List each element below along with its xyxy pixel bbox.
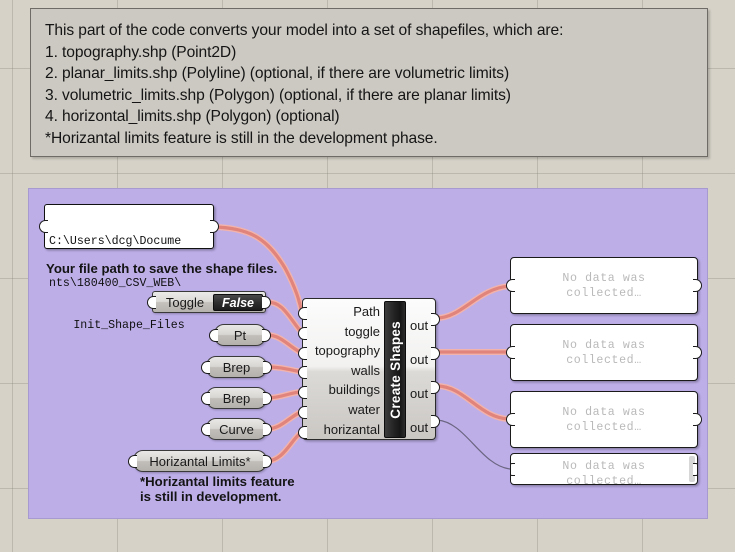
horizantal-limits-label: Horizantal Limits*: [149, 453, 251, 469]
input-grip[interactable]: [201, 422, 210, 436]
description-line-3: 2. planar_limits.shp (Polyline) (optiona…: [45, 65, 510, 82]
input-grip[interactable]: [201, 360, 210, 374]
brep-param-label: Brep: [222, 390, 251, 406]
input-grip[interactable]: [506, 279, 515, 292]
description-line-2: 1. topography.shp (Point2D): [45, 43, 237, 61]
input-grip[interactable]: [506, 346, 515, 359]
component-input-labels: Path toggle topography walls buildings w…: [303, 302, 383, 439]
input-label-horizantal: horizantal: [323, 421, 380, 437]
brep-param-walls[interactable]: Brep: [201, 356, 272, 378]
output-panel-3[interactable]: No data was collected…: [506, 391, 702, 448]
input-label-path: Path: [353, 304, 380, 319]
output-panel-1[interactable]: No data was collected…: [506, 257, 702, 314]
input-grip-walls[interactable]: [298, 366, 307, 379]
file-path-line-2: nts\180400_CSV_WEB\: [49, 277, 182, 290]
output-grip[interactable]: [693, 462, 697, 476]
output-panel-message: No data was collected…: [562, 405, 646, 434]
output-panel-2[interactable]: No data was collected…: [506, 324, 702, 381]
input-label-topography: topography: [314, 343, 380, 359]
input-label-toggle: toggle: [344, 323, 380, 339]
description-line-6: *Horizantal limits feature is still in t…: [45, 129, 438, 147]
input-grip-buildings[interactable]: [298, 386, 307, 399]
output-panel-message: No data was collected…: [562, 271, 646, 300]
output-panel-message: No data was collected…: [562, 460, 646, 485]
input-grip[interactable]: [209, 328, 218, 342]
input-grip-toggle[interactable]: [298, 327, 307, 340]
horizantal-caption-line-1: *Horizantal limits feature: [140, 474, 295, 489]
curve-param-label: Curve: [219, 421, 254, 437]
grasshopper-canvas[interactable]: This part of the code converts your mode…: [0, 0, 735, 552]
horizantal-limits-param[interactable]: Horizantal Limits*: [128, 450, 272, 472]
file-path-panel[interactable]: C:\Users\dcg\Docume nts\180400_CSV_WEB\ …: [39, 204, 219, 332]
file-path-caption: Your file path to save the shape files.: [46, 261, 278, 276]
input-grip-topography[interactable]: [298, 347, 307, 360]
input-grip[interactable]: [128, 454, 137, 468]
output-panel-4[interactable]: No data was collected…: [510, 453, 698, 485]
component-title: Create Shapes: [387, 320, 403, 419]
file-path-line-1: C:\Users\dcg\Docume: [49, 235, 182, 248]
file-path-text: C:\Users\dcg\Docume nts\180400_CSV_WEB\ …: [49, 207, 209, 361]
input-grip[interactable]: [506, 413, 515, 426]
description-line-1: This part of the code converts your mode…: [45, 22, 564, 39]
horizantal-limits-caption: *Horizantal limits feature is still in d…: [140, 474, 295, 504]
input-grip[interactable]: [201, 391, 210, 405]
curve-param[interactable]: Curve: [201, 418, 272, 440]
component-title-bar[interactable]: Create Shapes: [384, 301, 406, 438]
file-path-line-3: Init_Shape_Files: [73, 319, 185, 332]
point-param-label: Pt: [233, 327, 247, 343]
input-grip[interactable]: [147, 295, 156, 309]
input-grip[interactable]: [39, 220, 48, 233]
output-panel-message: No data was collected…: [562, 338, 646, 367]
description-panel: This part of the code converts your mode…: [30, 8, 708, 157]
point-param[interactable]: Pt: [209, 324, 271, 346]
toggle-label: Toggle: [165, 294, 205, 310]
toggle-value[interactable]: False: [213, 293, 263, 311]
input-grip-path[interactable]: [298, 307, 307, 320]
create-shapes-component[interactable]: Path toggle topography walls buildings w…: [298, 298, 440, 440]
input-label-buildings: buildings: [328, 382, 380, 398]
input-grip[interactable]: [511, 462, 515, 476]
description-text: This part of the code converts your mode…: [31, 9, 707, 149]
description-line-4: 3. volumetric_limits.shp (Polygon) (opti…: [45, 86, 511, 104]
input-label-water: water: [348, 401, 380, 417]
brep-param-label: Brep: [222, 359, 251, 375]
description-line-5: 4. horizontal_limits.shp (Polygon) (opti…: [45, 108, 340, 125]
input-grip-horizantal[interactable]: [298, 426, 307, 439]
brep-param-buildings[interactable]: Brep: [201, 387, 272, 409]
horizantal-caption-line-2: is still in development.: [140, 489, 282, 504]
toggle-param[interactable]: Toggle False: [147, 291, 271, 313]
input-grip-water[interactable]: [298, 406, 307, 419]
input-label-walls: walls: [351, 362, 380, 378]
